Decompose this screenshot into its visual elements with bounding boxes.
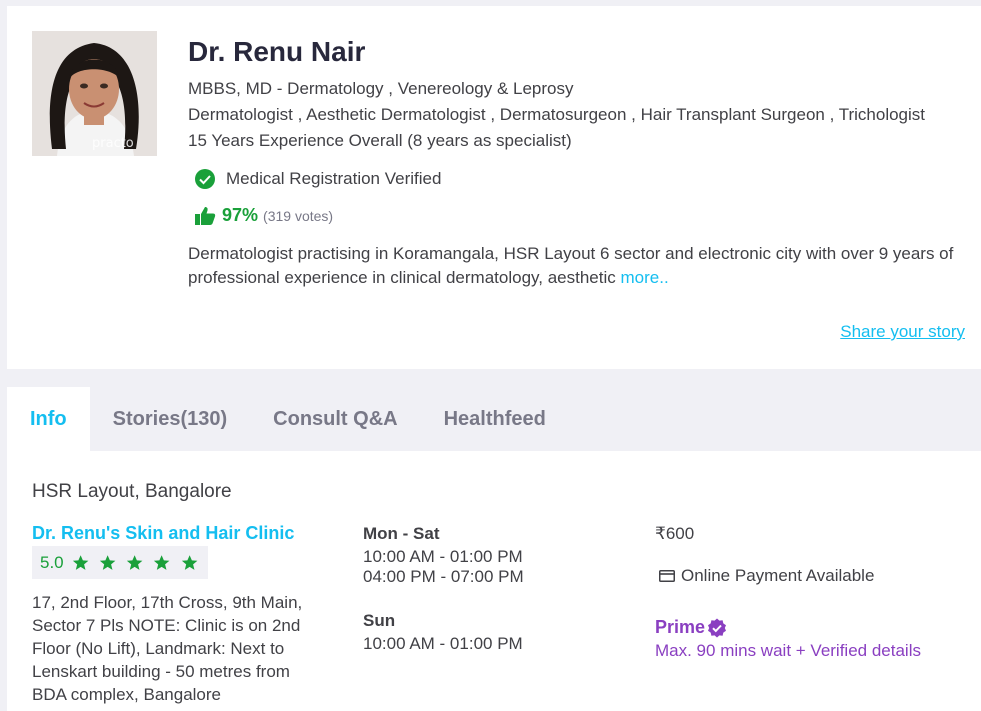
star-icon — [99, 554, 116, 570]
verified-badge-icon — [708, 618, 727, 637]
about-text: Dermatologist practising in Koramangala,… — [188, 244, 954, 287]
schedule-slot: 10:00 AM - 01:00 PM — [363, 634, 523, 653]
registration-verified: Medical Registration Verified — [194, 168, 441, 190]
thumbs-up-icon — [195, 206, 216, 225]
tab-healthfeed[interactable]: Healthfeed — [421, 387, 569, 451]
svg-text:practo: practo — [92, 136, 134, 151]
doctor-name: Dr. Renu Nair — [188, 36, 366, 67]
share-your-story-link[interactable]: Share your story — [840, 322, 965, 342]
profile-tabs: Info Stories(130) Consult Q&A Healthfeed — [7, 387, 569, 451]
tab-stories[interactable]: Stories(130) — [90, 387, 251, 451]
specialities: Dermatologist , Aesthetic Dermatologist … — [188, 105, 926, 124]
schedule-days: Sun — [363, 611, 396, 630]
star-icon — [181, 554, 198, 570]
rating-votes: (319 votes) — [263, 207, 334, 224]
credit-card-icon — [659, 570, 675, 582]
clinic-address: 17, 2nd Floor, 17th Cross, 9th Main, Sec… — [32, 593, 303, 704]
star-icon — [127, 554, 143, 570]
star-icon — [154, 554, 170, 570]
doctor-photo: practo — [32, 31, 157, 156]
prime-badge[interactable]: Prime — [655, 617, 727, 638]
registration-label: Medical Registration Verified — [226, 169, 442, 188]
prime-detail: Max. 90 mins wait + Verified details — [655, 641, 921, 660]
clinic-rating: 5.0 — [32, 546, 208, 579]
clinic-rating-score: 5.0 — [40, 552, 64, 572]
schedule-slot: 10:00 AM - 01:00 PM — [363, 547, 523, 566]
star-icon — [72, 554, 89, 570]
clinic-name-link[interactable]: Dr. Renu's Skin and Hair Clinic — [32, 523, 294, 544]
schedule-weekdays: Mon - Sat 10:00 AM - 01:00 PM 04:00 PM -… — [363, 524, 524, 587]
schedule-sunday: Sun 10:00 AM - 01:00 PM — [363, 611, 523, 654]
experience: 15 Years Experience Overall (8 years as … — [188, 131, 572, 150]
qualifications: MBBS, MD - Dermatology , Venereology & L… — [188, 79, 574, 98]
tab-info[interactable]: Info — [7, 387, 90, 451]
check-circle-icon — [195, 169, 215, 189]
online-payment: Online Payment Available — [659, 566, 874, 586]
clinic-locality: HSR Layout, Bangalore — [32, 481, 232, 502]
more-link[interactable]: more.. — [620, 268, 668, 287]
clinic-info-card: HSR Layout, Bangalore Dr. Renu's Skin an… — [7, 451, 981, 711]
schedule-days: Mon - Sat — [363, 524, 440, 543]
consultation-fee: ₹600 — [655, 524, 695, 543]
doctor-about: Dermatologist practising in Koramangala,… — [188, 242, 973, 290]
doctor-profile-card: practo Dr. Renu Nair MBBS, MD - Dermatol… — [7, 6, 981, 369]
rating-percentage: 97% — [222, 205, 259, 225]
payment-label: Online Payment Available — [681, 566, 875, 585]
patient-rating: 97% (319 votes) — [194, 205, 333, 226]
prime-label: Prime — [655, 617, 706, 637]
schedule-slot: 04:00 PM - 07:00 PM — [363, 567, 524, 586]
tab-consult-qa[interactable]: Consult Q&A — [250, 387, 420, 451]
